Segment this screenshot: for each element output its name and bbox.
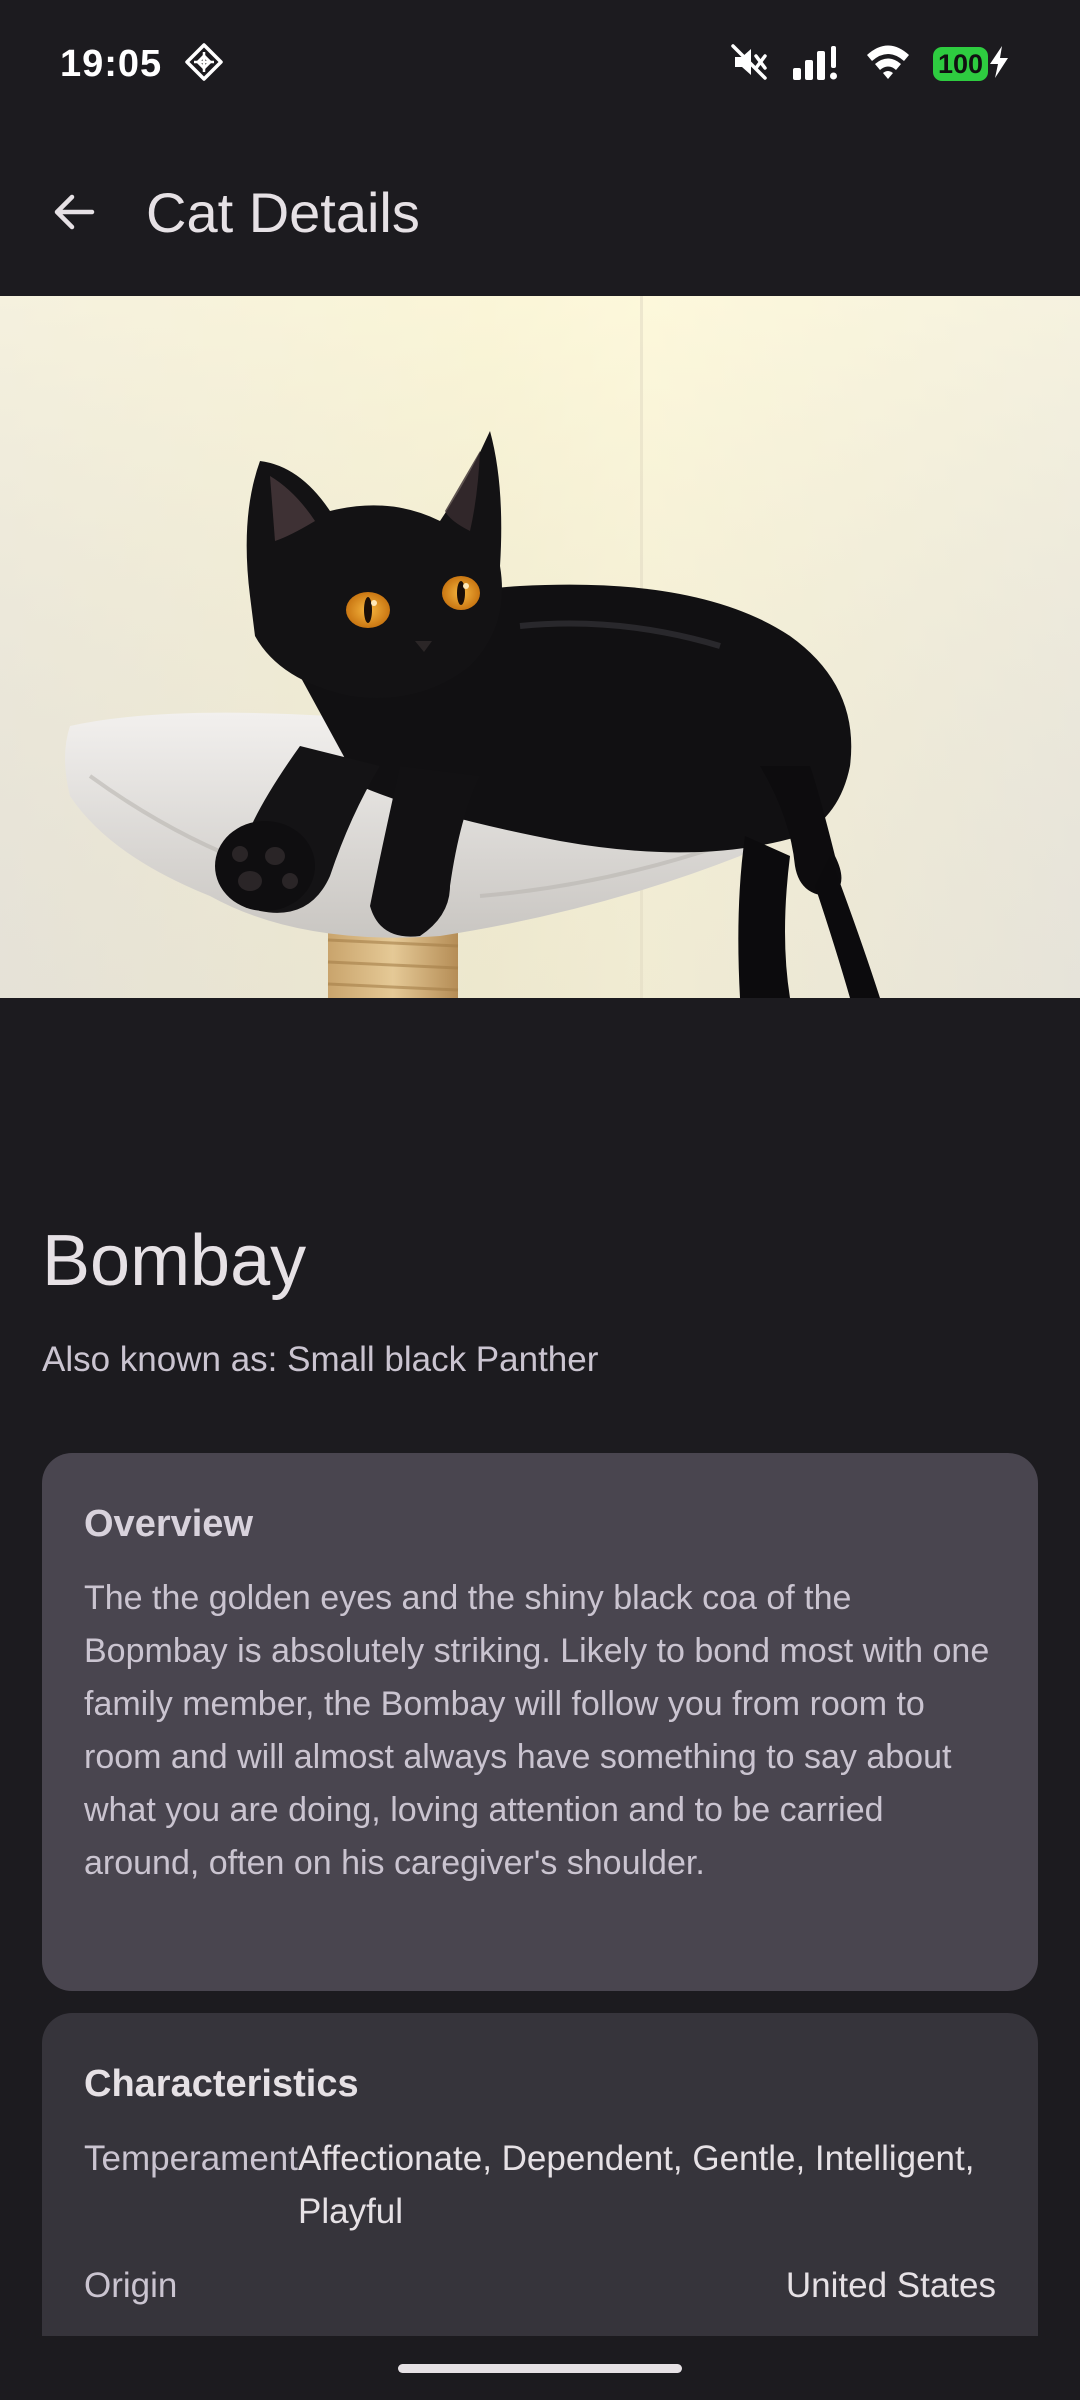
origin-row: Origin United States xyxy=(84,2259,996,2312)
arrow-back-icon xyxy=(54,194,95,230)
signal-icon xyxy=(791,42,843,87)
diamond-notification-icon xyxy=(184,42,224,87)
breed-name: Bombay xyxy=(42,1221,307,1301)
cat-details-screen: 19:05 100 Cat Details Bombay Also known … xyxy=(0,0,1080,2400)
overview-title: Overview xyxy=(84,1503,253,1545)
status-left: 19:05 xyxy=(60,42,224,87)
breed-alt-names: Also known as: Small black Panther xyxy=(42,1340,599,1379)
back-button[interactable] xyxy=(40,178,108,246)
page-title: Cat Details xyxy=(146,180,420,244)
overview-text: The the golden eyes and the shiny black … xyxy=(84,1579,990,1882)
battery-icon: 100 xyxy=(932,45,1010,84)
charging-bolt-icon xyxy=(988,45,1010,84)
origin-label: Origin xyxy=(84,2266,178,2305)
temperament-label: Temperament xyxy=(84,2139,298,2178)
mute-icon xyxy=(729,42,769,87)
status-bar: 19:05 100 xyxy=(0,0,1080,128)
overview-card: Overview The the golden eyes and the shi… xyxy=(42,1453,1038,1991)
origin-value: United States xyxy=(785,2266,996,2305)
status-time: 19:05 xyxy=(60,42,163,85)
characteristics-title: Characteristics xyxy=(84,2063,359,2105)
status-right: 100 xyxy=(729,42,1010,87)
temperament-row: Temperament Affectionate, Dependent, Gen… xyxy=(84,2132,996,2238)
top-app-bar: Cat Details xyxy=(0,128,1080,296)
battery-level: 100 xyxy=(932,47,988,81)
temperament-value: Affectionate, Dependent, Gentle, Intelli… xyxy=(297,2139,975,2231)
wifi-icon xyxy=(865,42,911,87)
cat-photo xyxy=(0,296,1080,998)
home-indicator[interactable] xyxy=(398,2364,682,2373)
